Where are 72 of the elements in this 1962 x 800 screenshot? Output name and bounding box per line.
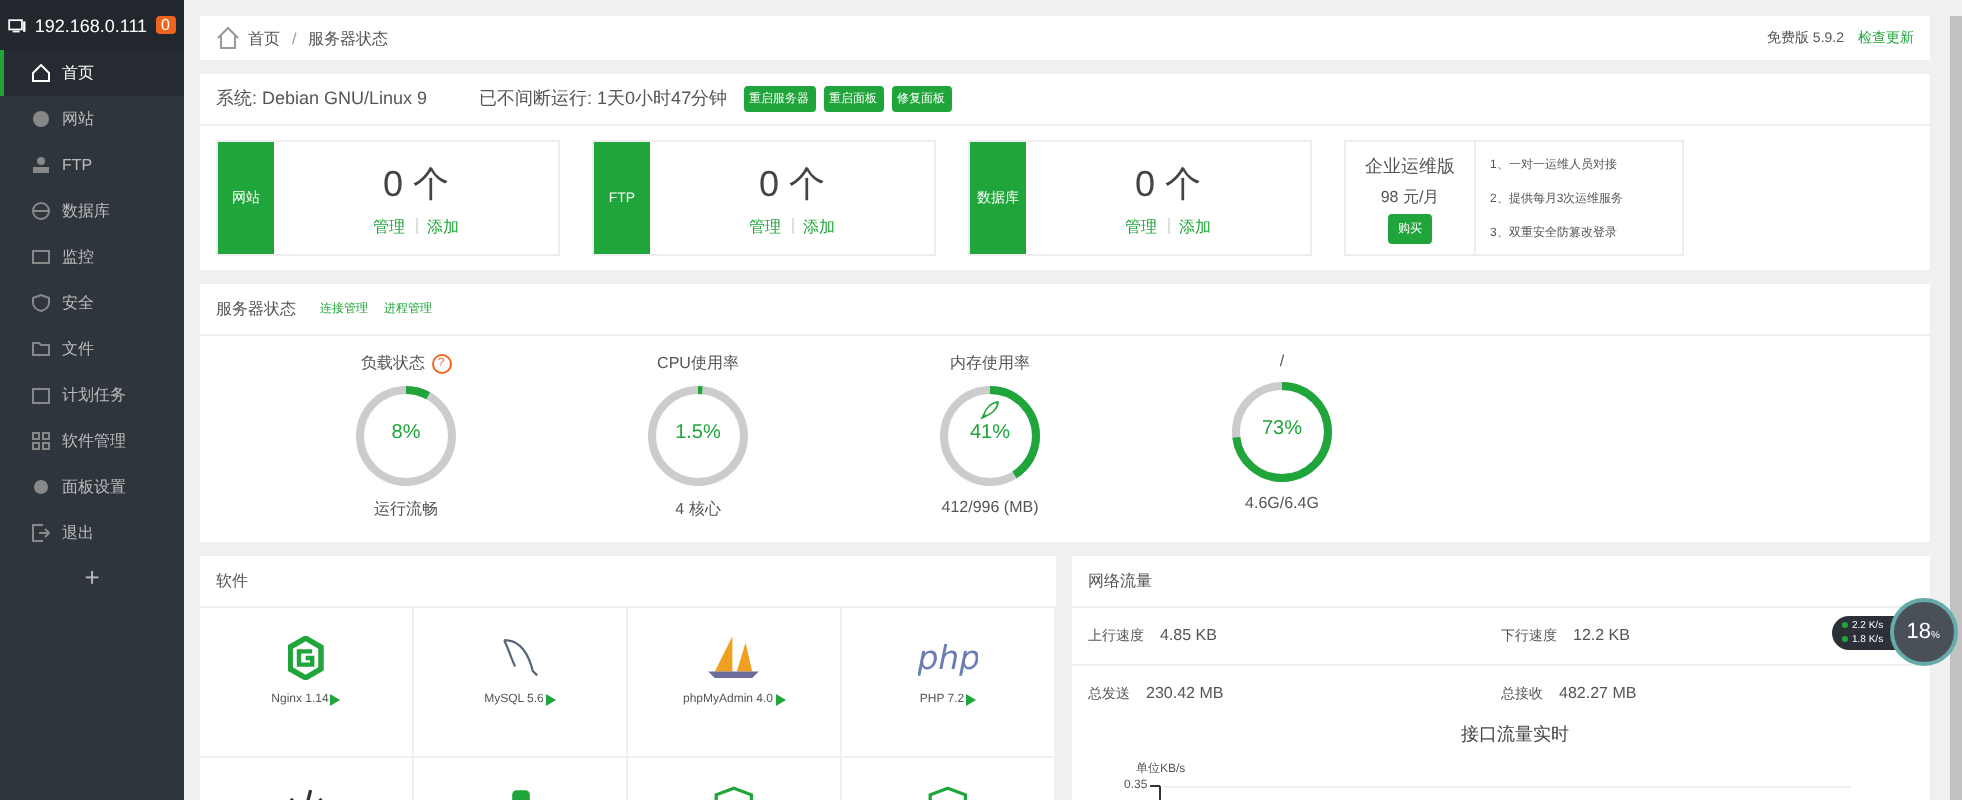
stat-count: 0 个 xyxy=(382,161,449,207)
hexagon-g-icon xyxy=(288,636,324,680)
dot-icon xyxy=(1842,622,1848,628)
sidebar-item[interactable]: 面板设置 xyxy=(0,464,184,510)
gauge-label: 内存使用率 xyxy=(950,352,1030,374)
shield-icon xyxy=(32,294,50,312)
breadcrumb-separator: / xyxy=(292,29,297,47)
sidebar-item[interactable]: 数据库 xyxy=(0,188,184,234)
manage-link[interactable]: 管理 xyxy=(373,215,405,237)
gauge-caption: 4 核心 xyxy=(675,498,721,520)
gauge-value: 41% xyxy=(967,422,1012,444)
promo-price: 98 元/月 xyxy=(1380,185,1440,207)
gauge-value: 8% xyxy=(389,422,423,444)
stat-count: 0 个 xyxy=(1134,161,1201,207)
sidebar-item[interactable]: 监控 xyxy=(0,234,184,280)
panel-title: 网络流量 xyxy=(1088,570,1152,592)
gauge-label: CPU使用率 xyxy=(657,352,739,374)
circle-icon xyxy=(32,110,50,128)
traffic-value: 12.2 KB xyxy=(1573,626,1630,646)
sidebar-item[interactable]: 文件 xyxy=(0,326,184,372)
grid-icon xyxy=(32,432,50,450)
gauge-caption: 运行流畅 xyxy=(374,498,438,520)
logout-icon xyxy=(32,524,50,542)
sidebar-item[interactable]: 软件管理 xyxy=(0,418,184,464)
server-address: 192.168.0.111 xyxy=(34,15,148,35)
play-icon xyxy=(775,694,786,706)
home-icon xyxy=(216,26,240,50)
database-icon xyxy=(32,202,50,220)
panel-title: 服务器状态 xyxy=(216,298,296,320)
sidebar-item[interactable]: 网站 xyxy=(0,96,184,142)
gauge-value: 73% xyxy=(1259,418,1304,440)
gauge-caption: 412/996 (MB) xyxy=(941,498,1039,516)
home-icon xyxy=(32,64,50,82)
sidebar-item[interactable]: 安全 xyxy=(0,280,184,326)
breadcrumb-link[interactable]: 服务器状态 xyxy=(308,27,389,49)
manage-link[interactable]: 管理 xyxy=(1125,215,1157,237)
monitor-icon xyxy=(32,248,50,266)
cpu-value: 18 xyxy=(1906,620,1931,644)
person-icon xyxy=(32,156,50,174)
panel-title: 软件 xyxy=(216,570,248,592)
add-link[interactable]: 添加 xyxy=(803,215,835,237)
sidebar-item[interactable]: 退出 xyxy=(0,510,184,556)
folder-icon xyxy=(32,340,50,358)
calendar-icon xyxy=(32,386,50,404)
gauge-caption: 4.6G/6.4G xyxy=(1245,494,1319,512)
gauge-label: 负载状态 xyxy=(361,352,425,374)
sidebar-item[interactable]: 首页 xyxy=(0,50,184,96)
system-info: 系统: Debian GNU/Linux 9 xyxy=(216,86,428,112)
gauge-label: / xyxy=(1279,352,1285,370)
play-icon xyxy=(330,694,341,706)
add-button[interactable]: + xyxy=(72,556,112,592)
sidebar-item[interactable]: 计划任务 xyxy=(0,372,184,418)
chart-title: 接口流量实时 xyxy=(1461,722,1569,748)
php-logo-icon: php xyxy=(917,640,979,676)
traffic-value: 482.27 MB xyxy=(1559,684,1637,704)
sailboat-icon xyxy=(706,634,762,682)
monitor-icon xyxy=(8,13,27,37)
traffic-value: 230.42 MB xyxy=(1146,684,1224,704)
breadcrumb-link[interactable]: 首页 xyxy=(248,27,280,49)
dot-icon xyxy=(1842,636,1848,642)
gauge-value: 1.5% xyxy=(673,422,723,444)
stat-count: 0 个 xyxy=(758,161,825,207)
play-icon xyxy=(545,694,556,706)
traffic-value: 4.85 KB xyxy=(1160,626,1217,646)
uptime-text: 已不间断运行: 1天0小时47分钟 xyxy=(479,86,728,112)
add-link[interactable]: 添加 xyxy=(1179,215,1211,237)
add-link[interactable]: 添加 xyxy=(427,215,459,237)
manage-link[interactable]: 管理 xyxy=(749,215,781,237)
play-icon xyxy=(966,694,977,706)
sidebar-item[interactable]: FTP xyxy=(0,142,184,188)
scrollbar[interactable] xyxy=(1950,16,1962,800)
promo-title: 企业运维版 xyxy=(1365,153,1455,179)
